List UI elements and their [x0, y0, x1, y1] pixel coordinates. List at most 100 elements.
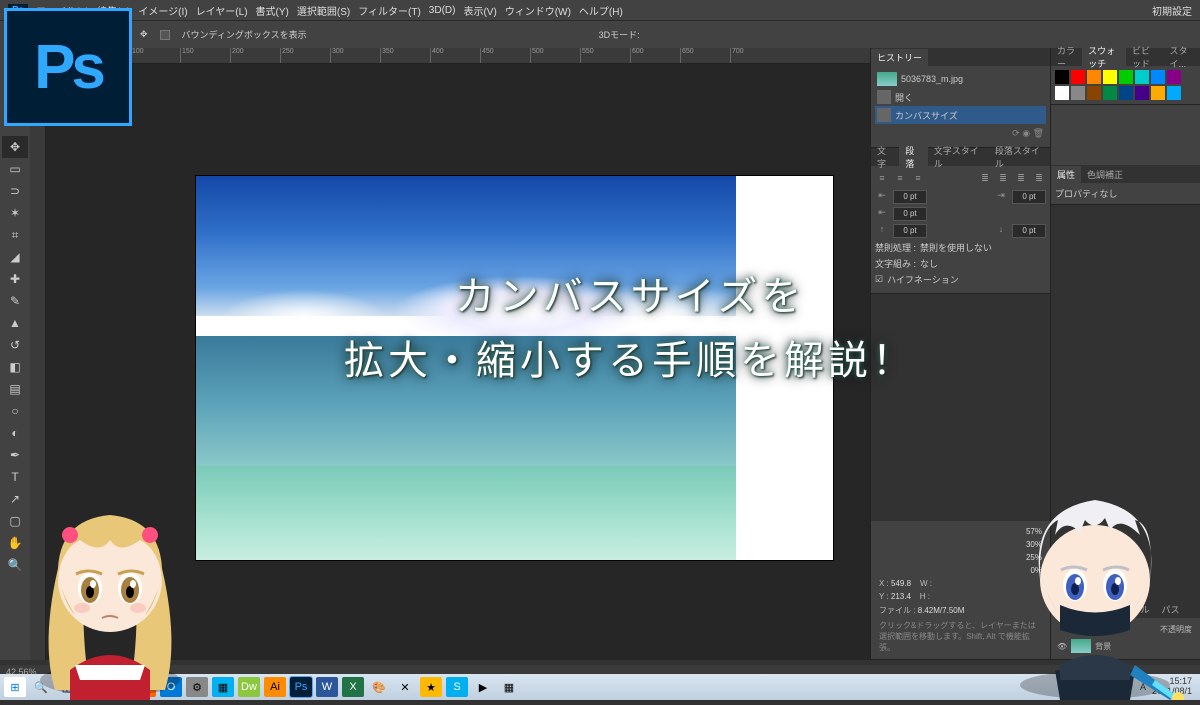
app-icon[interactable]: ★: [420, 677, 442, 697]
character-boy: [1000, 470, 1190, 700]
space-before-icon: ↑: [875, 224, 889, 238]
swatch[interactable]: [1087, 86, 1101, 100]
history-item[interactable]: 5036783_m.jpg: [875, 70, 1046, 88]
y-label: Y :: [879, 592, 889, 601]
app-icon[interactable]: ▦: [212, 677, 234, 697]
ruler-tick: 100: [130, 48, 144, 64]
lasso-tool[interactable]: ⊃: [2, 180, 28, 202]
indent-left-input[interactable]: 0 pt: [893, 190, 927, 204]
brush-tool[interactable]: ✎: [2, 290, 28, 312]
dodge-tool[interactable]: ◐: [2, 422, 28, 444]
heal-tool[interactable]: ✚: [2, 268, 28, 290]
history-item[interactable]: カンバスサイズ: [875, 106, 1046, 124]
swatch[interactable]: [1055, 70, 1069, 84]
gimp-icon[interactable]: 🎨: [368, 677, 390, 697]
history-item[interactable]: 開く: [875, 88, 1046, 106]
ruler-tick: 550: [580, 48, 594, 64]
menu-3d[interactable]: 3D(D): [429, 5, 456, 16]
history-thumb-icon: [877, 72, 897, 86]
app-icon[interactable]: ▶: [472, 677, 494, 697]
tab-adjustments[interactable]: 色調補正: [1081, 166, 1129, 183]
swatch[interactable]: [1151, 86, 1165, 100]
swatch[interactable]: [1055, 86, 1069, 100]
menu-type[interactable]: 書式(Y): [256, 3, 289, 18]
auto-select-checkbox[interactable]: [160, 30, 170, 40]
pen-tool[interactable]: ✒: [2, 444, 28, 466]
word-icon[interactable]: W: [316, 677, 338, 697]
mojikumi-select[interactable]: なし: [920, 257, 938, 270]
excel-icon[interactable]: X: [342, 677, 364, 697]
tab-style[interactable]: スタイ...: [1164, 42, 1200, 72]
eyedropper-tool[interactable]: ◢: [2, 246, 28, 268]
indent-left-icon: ⇤: [875, 190, 889, 204]
stamp-tool[interactable]: ▲: [2, 312, 28, 334]
swatch[interactable]: [1135, 70, 1149, 84]
swatch[interactable]: [1071, 86, 1085, 100]
properties-panel: 属性 色調補正 プロパティなし: [1051, 165, 1200, 205]
swatch[interactable]: [1087, 70, 1101, 84]
illustrator-icon[interactable]: Ai: [264, 677, 286, 697]
image-sea: [196, 336, 736, 466]
photoshop-taskbar-icon[interactable]: Ps: [290, 677, 312, 697]
ruler-horizontal: 50 100 150 200 250 300 350 400 450 500 5…: [30, 48, 870, 64]
ruler-tick: 150: [180, 48, 194, 64]
skype-icon[interactable]: S: [446, 677, 468, 697]
app-icon[interactable]: ▦: [498, 677, 520, 697]
tab-vivid[interactable]: ビビッド: [1126, 42, 1164, 72]
ruler-tick: 250: [280, 48, 294, 64]
kinsoku-select[interactable]: 禁則を使用しない: [920, 241, 992, 254]
crop-tool[interactable]: ⌗: [2, 224, 28, 246]
tab-para-style[interactable]: 段落スタイル: [989, 142, 1050, 172]
move-tool[interactable]: ✥: [2, 136, 28, 158]
ruler-tick: 500: [530, 48, 544, 64]
ruler-tick: 700: [730, 48, 744, 64]
menu-layer[interactable]: レイヤー(L): [196, 3, 248, 18]
bounding-box-label: バウンディングボックスを表示: [182, 28, 307, 41]
marquee-tool[interactable]: ▭: [2, 158, 28, 180]
menu-help[interactable]: ヘルプ(H): [579, 3, 623, 18]
menu-select[interactable]: 選択範囲(S): [297, 3, 350, 18]
align-buttons[interactable]: ≡≡≡ ≣≣≣≣: [875, 173, 1046, 187]
tab-history[interactable]: ヒストリー: [871, 49, 928, 66]
menu-filter[interactable]: フィルター(T): [358, 3, 421, 18]
image-shallow: [196, 466, 736, 560]
tab-paragraph[interactable]: 段落: [899, 142, 927, 172]
swatch[interactable]: [1119, 70, 1133, 84]
menu-window[interactable]: ウィンドウ(W): [505, 3, 571, 18]
swatch[interactable]: [1119, 86, 1133, 100]
menu-image[interactable]: イメージ(I): [138, 3, 187, 18]
first-line-input[interactable]: 0 pt: [893, 207, 927, 221]
dreamweaver-icon[interactable]: Dw: [238, 677, 260, 697]
history-brush-tool[interactable]: ↺: [2, 334, 28, 356]
space-before-input[interactable]: 0 pt: [893, 224, 927, 238]
swatch[interactable]: [1151, 70, 1165, 84]
blur-tool[interactable]: ○: [2, 400, 28, 422]
document-canvas[interactable]: [196, 176, 833, 560]
swatch[interactable]: [1167, 70, 1181, 84]
tab-char-style[interactable]: 文字スタイル: [928, 142, 989, 172]
menu-view[interactable]: 表示(V): [463, 3, 496, 18]
workspace-label[interactable]: 初期設定: [1152, 3, 1192, 18]
indent-right-input[interactable]: 0 pt: [1012, 190, 1046, 204]
menu-bar: Ps ファイル(F) 編集(E) イメージ(I) レイヤー(L) 書式(Y) 選…: [0, 0, 1200, 20]
app-icon[interactable]: ✕: [394, 677, 416, 697]
eraser-tool[interactable]: ◧: [2, 356, 28, 378]
tab-character[interactable]: 文字: [871, 142, 899, 172]
hyphen-checkbox[interactable]: ☑: [875, 274, 883, 285]
swatch[interactable]: [1135, 86, 1149, 100]
file-label: ファイル :: [879, 606, 915, 615]
swatch[interactable]: [1103, 70, 1117, 84]
history-step-icon: [877, 108, 891, 122]
gradient-tool[interactable]: ▤: [2, 378, 28, 400]
character-girl: [20, 480, 200, 700]
w-label: W :: [920, 579, 932, 588]
wand-tool[interactable]: ✶: [2, 202, 28, 224]
swatch[interactable]: [1071, 70, 1085, 84]
tab-swatch[interactable]: スウォッチ: [1082, 42, 1126, 72]
swatch[interactable]: [1167, 86, 1181, 100]
mojikumi-label: 文字組み :: [875, 257, 916, 270]
tab-color[interactable]: カラー: [1051, 42, 1082, 72]
space-after-input[interactable]: 0 pt: [1012, 224, 1046, 238]
swatch[interactable]: [1103, 86, 1117, 100]
tab-properties[interactable]: 属性: [1051, 166, 1081, 183]
